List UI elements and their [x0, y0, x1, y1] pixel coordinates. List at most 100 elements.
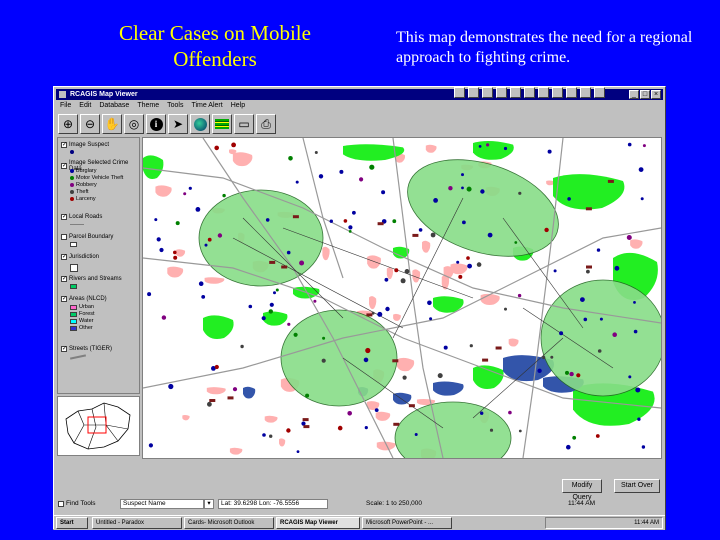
vehicle-marker — [585, 207, 592, 211]
crime-label: Larceny — [76, 196, 96, 202]
find-tools-checkbox[interactable] — [58, 501, 64, 507]
layer-checkbox[interactable]: ✓ — [61, 214, 67, 220]
legend-layer[interactable]: ✓ Jurisdiction — [61, 254, 99, 260]
crime-dot-icon — [70, 169, 74, 173]
layer-label: Image Suspect — [69, 142, 110, 148]
window-controls: _ □ × — [629, 90, 661, 99]
crime-point — [614, 265, 620, 271]
layer-label: Jurisdiction — [69, 254, 100, 260]
crime-point — [612, 332, 617, 337]
close-button[interactable]: × — [651, 90, 661, 99]
crime-point — [201, 295, 206, 299]
taskbar-item[interactable]: Cards- Microsoft Outlook — [184, 517, 274, 529]
identify-icon[interactable]: i — [146, 114, 166, 134]
legend-crime-item: Motor Vehicle Theft — [70, 175, 123, 181]
crime-point — [301, 421, 306, 426]
crime-point — [553, 269, 557, 273]
crime-point — [476, 262, 482, 267]
select-arrow-icon[interactable]: ➤ — [168, 114, 188, 134]
overview-map[interactable] — [57, 396, 140, 456]
crime-point — [565, 370, 569, 375]
layer-checkbox[interactable]: ✓ — [61, 163, 67, 169]
map-canvas[interactable] — [142, 137, 662, 459]
taskbar-item-active[interactable]: RCAGIS Map Viewer — [276, 517, 360, 529]
tray-icon[interactable] — [524, 87, 535, 98]
tray-icon[interactable] — [468, 87, 479, 98]
crime-point — [626, 235, 632, 240]
crime-point — [248, 304, 253, 309]
taskbar-item[interactable]: Untitled - Paradox — [92, 517, 182, 529]
menu-help[interactable]: Help — [231, 101, 245, 111]
modify-query-button[interactable]: Modify Query — [562, 479, 602, 501]
crime-point — [159, 247, 164, 253]
layer-checkbox[interactable]: ✓ — [61, 276, 67, 282]
full-extent-icon[interactable]: ◎ — [124, 114, 144, 134]
tray-icon[interactable] — [510, 87, 521, 98]
start-button[interactable]: Start — [56, 517, 88, 529]
menu-file[interactable]: File — [60, 101, 71, 111]
crime-point — [433, 198, 438, 203]
chevron-down-icon[interactable]: ▾ — [204, 499, 214, 509]
crime-point — [173, 250, 177, 255]
menu-tools[interactable]: Tools — [167, 101, 183, 111]
crime-point — [514, 241, 518, 244]
slide-title: Clear Cases on Mobile Offenders — [119, 21, 311, 71]
window-title: RCAGIS Map Viewer — [70, 91, 138, 98]
find-tools-toggle[interactable]: Find Tools — [58, 499, 96, 509]
crime-point — [559, 331, 564, 336]
menu-time-alert[interactable]: Time Alert — [191, 101, 222, 111]
layer-checkbox[interactable]: ✓ — [61, 296, 67, 302]
legend-layer[interactable]: ✓ Areas (NLCD) — [61, 296, 107, 302]
tray-icon[interactable] — [496, 87, 507, 98]
crime-point — [392, 219, 397, 224]
legend-layer[interactable]: ✓ Image Suspect — [61, 142, 109, 148]
layer-checkbox[interactable] — [61, 234, 67, 240]
layer-label: Rivers and Streams — [69, 276, 122, 282]
tray-icon[interactable] — [538, 87, 549, 98]
legend-symbol — [69, 354, 87, 360]
scale-readout: Scale: 1 to 250,000 — [366, 500, 423, 507]
buffer-zone — [198, 189, 324, 287]
crime-point — [404, 269, 410, 274]
tray-icon[interactable] — [566, 87, 577, 98]
crime-point — [286, 250, 291, 255]
coordinates-readout: Lat: 39.6298 Lon: -76.5556 — [218, 499, 328, 509]
maximize-button[interactable]: □ — [640, 90, 650, 99]
legend-layer[interactable]: ✓ Streets (TIGER) — [61, 346, 112, 352]
layer-select[interactable]: Suspect Name — [120, 499, 204, 509]
zoom-in-icon[interactable]: ⊕ — [58, 114, 78, 134]
minimize-button[interactable]: _ — [629, 90, 639, 99]
layer-checkbox[interactable]: ✓ — [61, 254, 67, 260]
crime-point — [547, 149, 552, 154]
menu-theme[interactable]: Theme — [137, 101, 159, 111]
pan-icon[interactable]: ✋ — [102, 114, 122, 134]
zoom-out-icon[interactable]: ⊖ — [80, 114, 100, 134]
tray-icon[interactable] — [552, 87, 563, 98]
tray-icon[interactable] — [482, 87, 493, 98]
globe-icon[interactable] — [190, 114, 210, 134]
legend-layer[interactable]: ✓ Local Roads — [61, 214, 102, 220]
buffer-zone — [540, 279, 661, 397]
vehicle-marker — [269, 260, 276, 264]
tray-icon[interactable] — [594, 87, 605, 98]
menu-edit[interactable]: Edit — [79, 101, 91, 111]
legend-layer[interactable]: Parcel Boundary — [61, 234, 113, 240]
tray-icon[interactable] — [454, 87, 465, 98]
layer-checkbox[interactable]: ✓ — [61, 346, 67, 352]
menu-database[interactable]: Database — [99, 101, 129, 111]
clipboard-icon[interactable]: ▭ — [234, 114, 254, 134]
layer-checkbox[interactable]: ✓ — [61, 142, 67, 148]
layers-icon[interactable] — [212, 114, 232, 134]
taskbar-item[interactable]: Microsoft PowerPoint - ... — [362, 517, 452, 529]
legend-symbol — [70, 242, 77, 247]
crime-point — [188, 186, 192, 190]
crime-point — [288, 156, 293, 161]
legend-layer[interactable]: ✓ Rivers and Streams — [61, 276, 122, 282]
start-over-button[interactable]: Start Over — [614, 479, 660, 493]
print-icon[interactable]: ⎙ — [256, 114, 276, 134]
crime-point — [462, 220, 466, 225]
tray-icon[interactable] — [580, 87, 591, 98]
crime-point — [183, 192, 187, 196]
vehicle-marker — [377, 222, 384, 226]
crime-point — [638, 167, 644, 172]
